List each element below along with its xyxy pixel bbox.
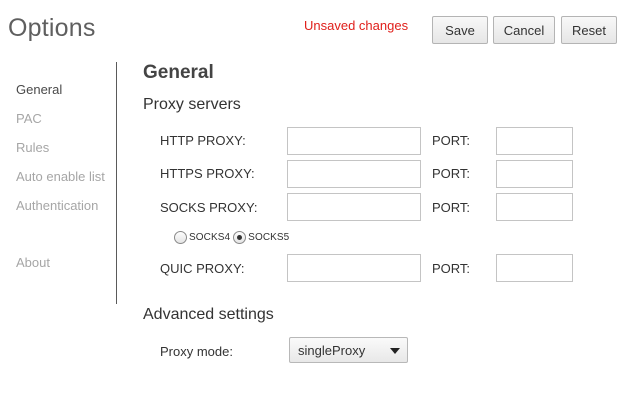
proxy-mode-label: Proxy mode: [160,344,233,359]
cancel-button[interactable]: Cancel [493,16,555,44]
reset-button[interactable]: Reset [561,16,617,44]
sidebar-item-about[interactable]: About [16,255,50,270]
socks4-label: SOCKS4 [189,232,231,243]
http-port-label: PORT: [432,133,471,148]
sidebar-divider [116,62,117,304]
socks-proxy-input[interactable] [287,193,421,221]
sidebar-item-pac[interactable]: PAC [16,111,42,126]
socks5-label: SOCKS5 [248,232,290,243]
http-proxy-label: HTTP PROXY: [160,133,246,148]
save-button[interactable]: Save [432,16,488,44]
https-port-label: PORT: [432,166,471,181]
socks-version-group: SOCKS4 SOCKS5 [174,231,292,244]
sidebar-item-authentication[interactable]: Authentication [16,198,98,213]
http-proxy-input[interactable] [287,127,421,155]
page-title: Options [8,14,96,42]
https-proxy-input[interactable] [287,160,421,188]
socks-port-input[interactable] [496,193,573,221]
proxy-mode-select[interactable]: singleProxy [289,337,408,363]
chevron-down-icon [390,348,400,354]
socks-port-label: PORT: [432,200,471,215]
proxy-mode-value: singleProxy [298,342,366,358]
https-proxy-label: HTTPS PROXY: [160,166,255,181]
section-heading-general: General [143,62,214,83]
https-port-input[interactable] [496,160,573,188]
socks4-radio[interactable] [174,231,187,244]
unsaved-changes-status: Unsaved changes [304,18,409,33]
quic-port-input[interactable] [496,254,573,282]
socks-proxy-label: SOCKS PROXY: [160,200,258,215]
quic-port-label: PORT: [432,261,471,276]
proxy-servers-heading: Proxy servers [143,96,241,113]
sidebar-item-auto-enable-list[interactable]: Auto enable list [16,169,105,184]
advanced-settings-heading: Advanced settings [143,306,274,323]
http-port-input[interactable] [496,127,573,155]
sidebar-item-rules[interactable]: Rules [16,140,49,155]
quic-proxy-label: QUIC PROXY: [160,261,245,276]
socks5-radio[interactable] [233,231,247,244]
quic-proxy-input[interactable] [287,254,421,282]
sidebar-item-general[interactable]: General [16,82,62,97]
